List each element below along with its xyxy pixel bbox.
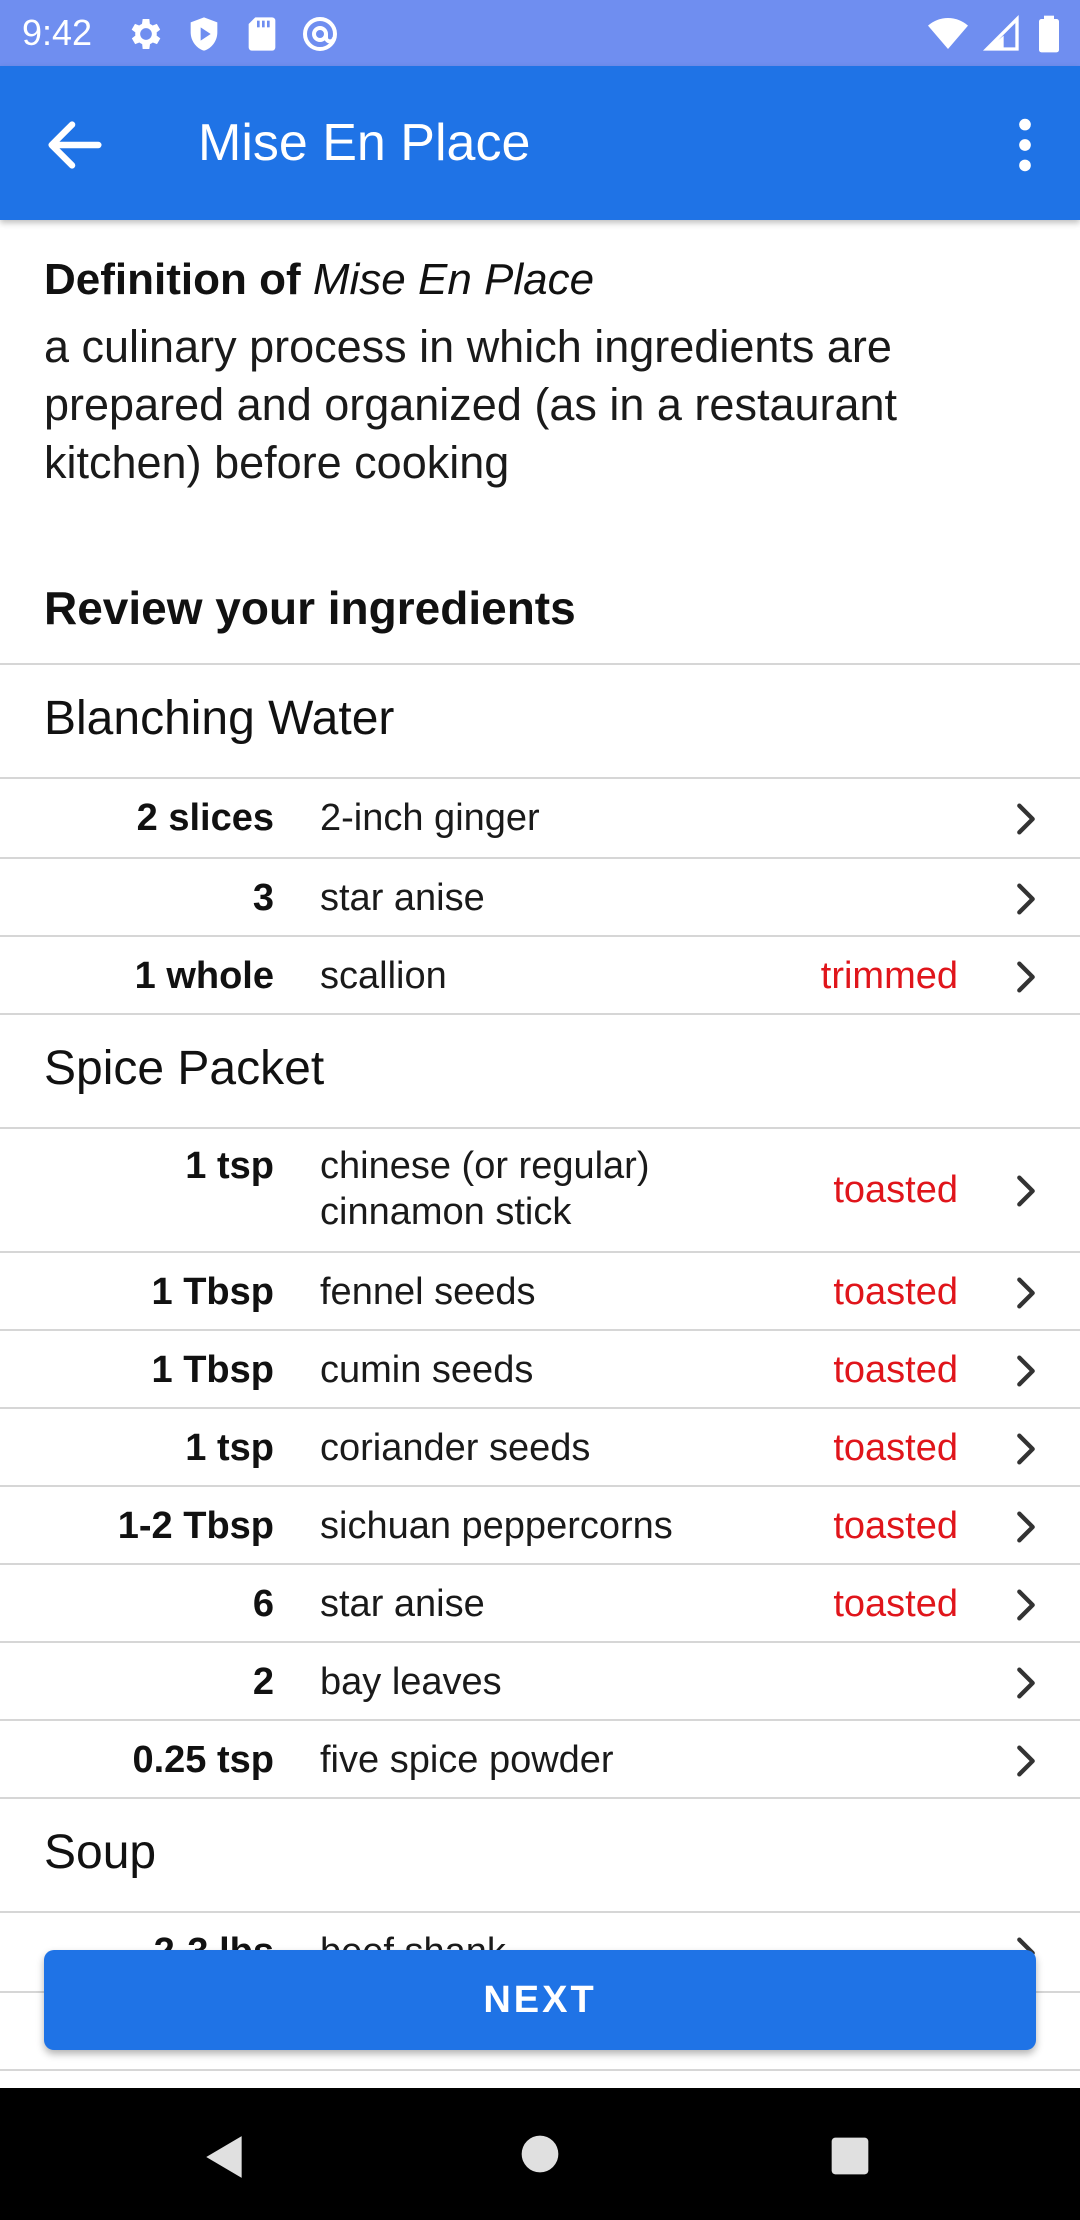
chevron-right-icon: [1017, 1433, 1035, 1465]
ingredient-row[interactable]: 1 Tbsp fennel seeds toasted: [0, 1253, 1080, 1331]
ingredient-prep: toasted: [833, 1271, 958, 1313]
chevron-right-icon: [1017, 803, 1035, 835]
chevron-right-icon: [1017, 1745, 1035, 1777]
ingredient-prep: trimmed: [820, 955, 958, 997]
ingredient-row[interactable]: 3 star anise: [0, 859, 1080, 937]
ingredient-name: fennel seeds: [320, 1271, 536, 1313]
ingredient-name: bay leaves: [320, 1661, 502, 1703]
ingredient-row[interactable]: 1 tsp chinese (or regular) cinnamon stic…: [0, 1129, 1080, 1253]
definition-heading: Definition of Mise En Place: [44, 252, 1036, 308]
app-bar: Mise En Place: [0, 66, 1080, 220]
ingredient-prep: toasted: [833, 1169, 958, 1211]
ingredient-qty: 6: [252, 1583, 274, 1625]
at-sign-icon: [303, 17, 337, 51]
ingredient-row[interactable]: 2 bay leaves: [0, 1643, 1080, 1721]
ingredient-qty: 2: [252, 1661, 274, 1703]
section-label: Soup: [44, 1826, 157, 1879]
ingredient-qty: 1 tsp: [185, 1427, 274, 1469]
status-bar: 9:42: [0, 0, 1080, 66]
ingredient-qty: 1 Tbsp: [151, 1349, 274, 1391]
ingredient-prep: toasted: [833, 1427, 958, 1469]
definition-block: Definition of Mise En Place a culinary p…: [0, 220, 1080, 492]
ingredient-qty: 0.25 tsp: [132, 1739, 274, 1781]
ingredient-name: chinese (or regular) cinnamon stick: [320, 1145, 650, 1233]
section-label: Spice Packet: [44, 1042, 325, 1095]
ingredient-name: star anise: [320, 1583, 485, 1625]
content-scroll[interactable]: Definition of Mise En Place a culinary p…: [0, 220, 1080, 2088]
chevron-right-icon: [1017, 1667, 1035, 1699]
definition-prefix: Definition of: [44, 255, 313, 304]
arrow-left-icon[interactable]: [40, 110, 110, 180]
ingredient-qty: 1 Tbsp: [151, 1271, 274, 1313]
divider: [0, 2069, 1080, 2071]
nav-back-icon[interactable]: [200, 2132, 250, 2182]
ingredient-row[interactable]: 1 tsp coriander seeds toasted: [0, 1409, 1080, 1487]
sd-card-icon: [248, 17, 276, 51]
review-title: Review your ingredients: [44, 582, 576, 634]
ingredient-row[interactable]: 6 star anise toasted: [0, 1565, 1080, 1643]
ingredient-row[interactable]: 2 slices 2-inch ginger: [0, 779, 1080, 857]
ingredient-name: scallion: [320, 955, 447, 997]
nav-recents-icon[interactable]: [828, 2134, 872, 2178]
ingredient-name: five spice powder: [320, 1739, 614, 1781]
section-header: Blanching Water: [0, 665, 1080, 777]
chevron-right-icon: [1017, 961, 1035, 993]
ingredient-qty: 2 slices: [136, 797, 274, 839]
wifi-icon: [928, 18, 968, 49]
chevron-right-icon: [1017, 883, 1035, 915]
ingredient-qty: 1-2 Tbsp: [117, 1505, 274, 1547]
ingredient-row[interactable]: 0.25 tsp five spice powder: [0, 1721, 1080, 1799]
status-time: 9:42: [22, 12, 93, 53]
ingredient-row[interactable]: 1-2 Tbsp sichuan peppercorns toasted: [0, 1487, 1080, 1565]
definition-text: a culinary process in which ingredients …: [44, 321, 898, 488]
next-button[interactable]: NEXT: [44, 1950, 1036, 2050]
ingredient-name: coriander seeds: [320, 1427, 591, 1469]
ingredient-qty: 3: [252, 877, 274, 919]
page-title: Mise En Place: [198, 114, 531, 172]
shield-icon: [190, 17, 218, 51]
chevron-right-icon: [1017, 1277, 1035, 1309]
section-label: Blanching Water: [44, 692, 395, 745]
ingredient-prep: toasted: [833, 1505, 958, 1547]
ingredient-qty: 1 tsp: [185, 1145, 274, 1187]
chevron-right-icon: [1017, 1175, 1035, 1207]
chevron-right-icon: [1017, 1355, 1035, 1387]
ingredient-name: cumin seeds: [320, 1349, 534, 1391]
definition-term: Mise En Place: [312, 255, 595, 304]
chevron-right-icon: [1017, 1511, 1035, 1543]
ingredient-name: 2-inch ginger: [320, 797, 540, 839]
ingredient-name: star anise: [320, 877, 485, 919]
nav-home-icon[interactable]: [518, 2132, 562, 2176]
ingredient-qty: 1 whole: [134, 955, 274, 997]
ingredient-prep: toasted: [833, 1349, 958, 1391]
section-header: Spice Packet: [0, 1015, 1080, 1127]
gear-icon: [131, 19, 161, 49]
battery-icon: [1039, 15, 1059, 53]
system-nav-bar: [0, 2088, 1080, 2220]
ingredient-prep: toasted: [833, 1583, 958, 1625]
ingredient-row[interactable]: 1 Tbsp cumin seeds toasted: [0, 1331, 1080, 1409]
ingredient-row[interactable]: 1 whole scallion trimmed: [0, 937, 1080, 1015]
ingredient-name: sichuan peppercorns: [320, 1505, 673, 1547]
chevron-right-icon: [1017, 1589, 1035, 1621]
more-vertical-icon[interactable]: [990, 110, 1060, 180]
section-header: Soup: [0, 1799, 1080, 1911]
signal-icon: [982, 14, 1019, 51]
